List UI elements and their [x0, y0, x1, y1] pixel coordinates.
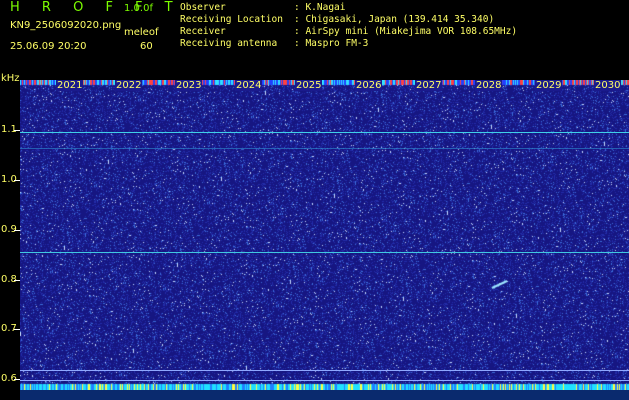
x-tick-label: 2028: [475, 80, 503, 91]
receiver-label: Receiver: [180, 26, 226, 37]
x-tick-label: 2027: [415, 80, 443, 91]
location-row: Receiving Location : Chigasaki, Japan (1…: [180, 14, 517, 26]
x-tick-label: 2024: [235, 80, 263, 91]
y-unit-label: kHz: [1, 73, 20, 84]
y-tick-mark: [14, 130, 20, 131]
y-tick-mark: [14, 230, 20, 231]
app-title: H R O F F T: [10, 0, 182, 15]
spectrogram-plot: [20, 80, 629, 390]
signal-line-2: [20, 148, 629, 149]
bottom-signal-bar: [20, 390, 629, 400]
y-tick-mark: [14, 180, 20, 181]
header-panel: H R O F F T 1.0.0f KN9_2506092020.png me…: [0, 0, 629, 76]
y-tick-mark: [14, 329, 20, 330]
antenna-value: : Maspro FM-3: [294, 38, 369, 49]
x-tick-label: 2025: [295, 80, 323, 91]
x-tick-label: 2026: [355, 80, 383, 91]
x-tick-label: 2022: [115, 80, 143, 91]
observer-value: : K.Nagai: [294, 2, 346, 13]
meteor-count: 60: [140, 41, 153, 52]
x-tick-label: 2023: [175, 80, 203, 91]
location-label: Receiving Location: [180, 14, 283, 25]
antenna-row: Receiving antenna : Maspro FM-3: [180, 38, 517, 50]
meteor-label: meleof: [124, 27, 159, 38]
station-info: Observer : K.Nagai Receiving Location : …: [180, 2, 517, 50]
signal-line-3: [20, 252, 629, 253]
y-tick-mark: [14, 379, 20, 380]
spectrogram-canvas: [20, 80, 629, 390]
receiver-value: : AirSpy mini (Miakejima VOR 108.65MHz): [294, 26, 518, 37]
receiver-row: Receiver : AirSpy mini (Miakejima VOR 10…: [180, 26, 517, 38]
observer-row: Observer : K.Nagai: [180, 2, 517, 14]
app-version: 1.0.0f: [124, 3, 153, 14]
signal-line-5: [20, 380, 629, 381]
x-tick-label: 2029: [535, 80, 563, 91]
x-tick-label: 2030: [594, 80, 622, 91]
observer-label: Observer: [180, 2, 226, 13]
y-tick-mark: [14, 280, 20, 281]
timestamp: 25.06.09 20:20: [10, 41, 87, 52]
antenna-label: Receiving antenna: [180, 38, 278, 49]
file-name: KN9_2506092020.png: [10, 20, 122, 31]
x-tick-label: 2021: [56, 80, 84, 91]
signal-line-4: [20, 370, 629, 371]
location-value: : Chigasaki, Japan (139.414 35.340): [294, 14, 495, 25]
signal-line-1: [20, 132, 629, 133]
